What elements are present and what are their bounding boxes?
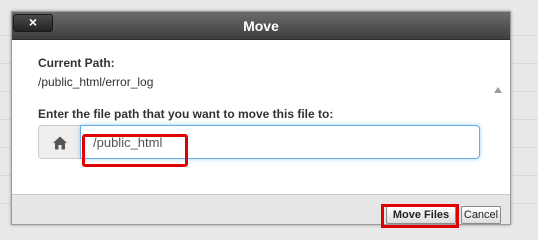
destination-path-input[interactable]: [80, 125, 480, 159]
current-path-value: /public_html/error_log: [38, 75, 154, 89]
current-path-label: Current Path:: [38, 56, 115, 70]
destination-input-group: [38, 125, 480, 159]
move-files-button[interactable]: Move Files: [386, 206, 456, 224]
cancel-button[interactable]: Cancel: [461, 206, 501, 224]
home-icon: [53, 136, 67, 150]
dialog-footer: Move Files Cancel: [12, 194, 510, 228]
scroll-up-icon[interactable]: [494, 87, 502, 93]
close-button[interactable]: ×: [13, 14, 53, 32]
close-icon: ×: [28, 14, 38, 30]
destination-instruction: Enter the file path that you want to mov…: [38, 107, 334, 121]
dialog-body: Current Path: /public_html/error_log Ent…: [12, 41, 510, 214]
dialog-title: Move: [243, 18, 279, 34]
move-dialog: Move × Current Path: /public_html/error_…: [11, 11, 511, 228]
dialog-titlebar: Move ×: [12, 12, 510, 40]
home-button[interactable]: [38, 125, 80, 159]
